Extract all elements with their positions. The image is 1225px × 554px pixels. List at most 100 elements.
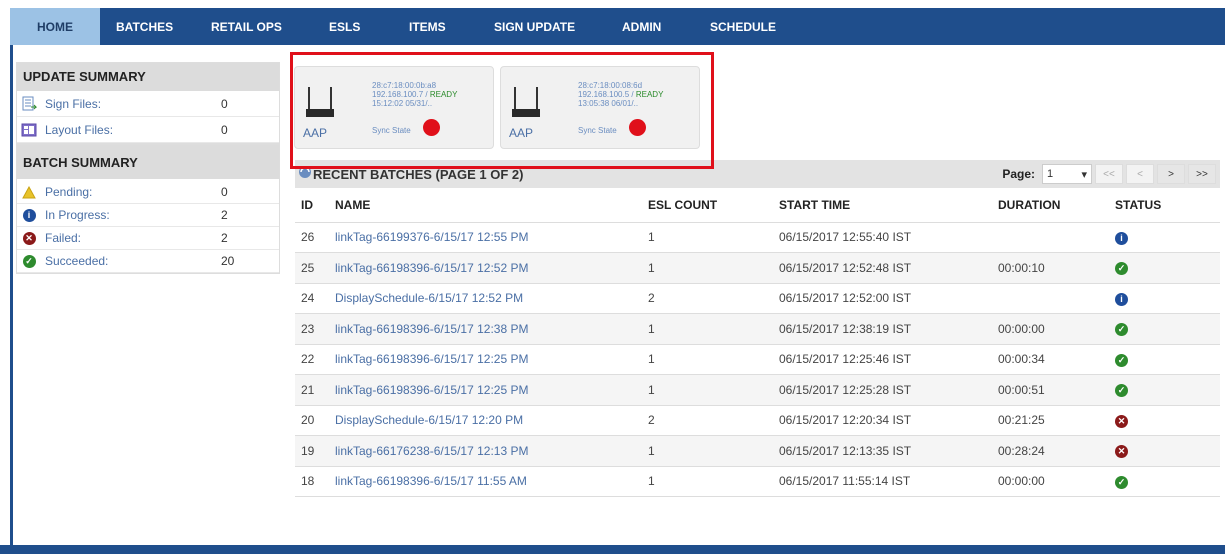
cell-duration: 00:00:00 bbox=[992, 466, 1109, 497]
col-start-time[interactable]: START TIME bbox=[773, 188, 992, 223]
error-icon: ✕ bbox=[1115, 445, 1128, 459]
table-row: 18 linkTag-66198396-6/15/17 11:55 AM 1 06/1… bbox=[295, 466, 1220, 497]
cell-id: 25 bbox=[295, 252, 329, 284]
succeeded-row: ✓ Succeeded: 20 bbox=[17, 250, 279, 273]
cell-id: 18 bbox=[295, 466, 329, 497]
check-icon: ✓ bbox=[1115, 475, 1128, 489]
error-icon: ✕ bbox=[1115, 414, 1128, 428]
last-page-button[interactable]: >> bbox=[1188, 164, 1216, 184]
table-row: 23 linkTag-66198396-6/15/17 12:38 PM 1 06/1… bbox=[295, 313, 1220, 345]
cell-id: 26 bbox=[295, 222, 329, 253]
next-page-button[interactable]: > bbox=[1157, 164, 1185, 184]
cell-start-time: 06/15/2017 12:25:46 IST bbox=[773, 344, 992, 375]
cell-start-time: 06/15/2017 12:20:34 IST bbox=[773, 405, 992, 436]
cell-start-time: 06/15/2017 12:25:28 IST bbox=[773, 374, 992, 406]
nav-admin[interactable]: ADMIN bbox=[606, 8, 694, 45]
check-icon: ✓ bbox=[1115, 384, 1128, 398]
nav-esls[interactable]: ESLS bbox=[313, 8, 393, 45]
nav-sign-update[interactable]: SIGN UPDATE bbox=[478, 8, 606, 45]
succeeded-value: 20 bbox=[221, 254, 235, 268]
col-status[interactable]: STATUS bbox=[1109, 188, 1220, 223]
pager: Page: 1 ▾ << < > >> bbox=[1002, 164, 1216, 184]
cell-id: 22 bbox=[295, 344, 329, 375]
sidebar: UPDATE SUMMARY Sign Files: 0 Layout File… bbox=[16, 62, 280, 274]
nav-items[interactable]: ITEMS bbox=[393, 8, 478, 45]
nav-home[interactable]: HOME bbox=[10, 8, 100, 45]
prev-page-button[interactable]: < bbox=[1126, 164, 1154, 184]
table-row: 21 linkTag-66198396-6/15/17 12:25 PM 1 06/1… bbox=[295, 374, 1220, 406]
failed-label[interactable]: Failed: bbox=[41, 231, 221, 245]
cell-status: ✓ bbox=[1109, 344, 1220, 375]
batch-name-link[interactable]: linkTag-66198396-6/15/17 12:25 PM bbox=[329, 374, 642, 406]
page-select[interactable]: 1 ▾ bbox=[1042, 164, 1092, 184]
in-progress-value: 2 bbox=[221, 208, 228, 222]
col-name[interactable]: NAME bbox=[329, 188, 642, 223]
cell-status: ✓ bbox=[1109, 252, 1220, 284]
cell-esl-count: 1 bbox=[642, 344, 773, 375]
batch-name-link[interactable]: linkTag-66176238-6/15/17 12:13 PM bbox=[329, 435, 642, 467]
cell-status: ✓ bbox=[1109, 374, 1220, 406]
cell-status: ✕ bbox=[1109, 405, 1220, 436]
cell-start-time: 06/15/2017 12:13:35 IST bbox=[773, 435, 992, 467]
succeeded-label[interactable]: Succeeded: bbox=[41, 254, 221, 268]
in-progress-row: i In Progress: 2 bbox=[17, 204, 279, 227]
cell-id: 21 bbox=[295, 374, 329, 406]
col-duration[interactable]: DURATION bbox=[992, 188, 1109, 223]
cell-id: 19 bbox=[295, 435, 329, 467]
cell-duration bbox=[992, 283, 1109, 314]
batch-name-link[interactable]: linkTag-66198396-6/15/17 11:55 AM bbox=[329, 466, 642, 497]
nav-schedule[interactable]: SCHEDULE bbox=[694, 8, 794, 45]
batch-name-link[interactable]: DisplaySchedule-6/15/17 12:20 PM bbox=[329, 405, 642, 436]
cell-esl-count: 1 bbox=[642, 466, 773, 497]
check-icon: ✓ bbox=[1115, 262, 1128, 276]
cell-status: i bbox=[1109, 283, 1220, 314]
cell-esl-count: 1 bbox=[642, 374, 773, 406]
cell-esl-count: 2 bbox=[642, 405, 773, 436]
layout-file-icon bbox=[17, 122, 41, 138]
sign-files-label[interactable]: Sign Files: bbox=[41, 97, 221, 111]
layout-files-value: 0 bbox=[221, 122, 228, 137]
cell-id: 23 bbox=[295, 313, 329, 345]
table-row: 26 linkTag-66199376-6/15/17 12:55 PM 1 06/1… bbox=[295, 222, 1220, 253]
cell-esl-count: 2 bbox=[642, 283, 773, 314]
batch-name-link[interactable]: linkTag-66198396-6/15/17 12:25 PM bbox=[329, 344, 642, 375]
batch-name-link[interactable]: linkTag-66198396-6/15/17 12:52 PM bbox=[329, 252, 642, 284]
table-row: 25 linkTag-66198396-6/15/17 12:52 PM 1 06/1… bbox=[295, 252, 1220, 284]
nav-retail-ops[interactable]: RETAIL OPS bbox=[195, 8, 313, 45]
batch-name-link[interactable]: linkTag-66198396-6/15/17 12:38 PM bbox=[329, 313, 642, 345]
update-summary-panel: UPDATE SUMMARY Sign Files: 0 Layout File… bbox=[16, 62, 280, 144]
info-icon: i bbox=[1115, 292, 1128, 306]
cell-start-time: 06/15/2017 12:52:48 IST bbox=[773, 252, 992, 284]
info-icon: i bbox=[1115, 231, 1128, 245]
col-esl-count[interactable]: ESL COUNT bbox=[642, 188, 773, 223]
col-id[interactable]: ID bbox=[295, 188, 329, 223]
batch-name-link[interactable]: linkTag-66199376-6/15/17 12:55 PM bbox=[329, 222, 642, 253]
layout-files-label[interactable]: Layout Files: bbox=[41, 123, 221, 137]
cell-esl-count: 1 bbox=[642, 435, 773, 467]
info-icon: i bbox=[17, 208, 41, 222]
cell-duration: 00:00:10 bbox=[992, 252, 1109, 284]
layout-files-row: Layout Files: 0 bbox=[17, 117, 279, 143]
update-summary-title: UPDATE SUMMARY bbox=[17, 63, 279, 91]
check-icon: ✓ bbox=[17, 254, 41, 268]
check-icon: ✓ bbox=[1115, 353, 1128, 367]
warning-icon bbox=[17, 185, 41, 199]
table-row: 24 DisplaySchedule-6/15/17 12:52 PM 2 06/15… bbox=[295, 283, 1220, 314]
nav-batches[interactable]: BATCHES bbox=[100, 8, 195, 45]
batch-name-link[interactable]: DisplaySchedule-6/15/17 12:52 PM bbox=[329, 283, 642, 314]
cell-esl-count: 1 bbox=[642, 252, 773, 284]
cell-duration bbox=[992, 222, 1109, 253]
cell-duration: 00:00:51 bbox=[992, 374, 1109, 406]
in-progress-label[interactable]: In Progress: bbox=[41, 208, 221, 222]
table-row: 22 linkTag-66198396-6/15/17 12:25 PM 1 06/1… bbox=[295, 344, 1220, 375]
chevron-down-icon: ▾ bbox=[1081, 168, 1087, 181]
sign-file-icon bbox=[17, 96, 41, 112]
table-row: 20 DisplaySchedule-6/15/17 12:20 PM 2 06/15… bbox=[295, 405, 1220, 436]
pending-label[interactable]: Pending: bbox=[41, 185, 221, 199]
cell-status: ✓ bbox=[1109, 466, 1220, 497]
cell-id: 24 bbox=[295, 283, 329, 314]
cell-duration: 00:28:24 bbox=[992, 435, 1109, 467]
sign-files-value: 0 bbox=[221, 96, 228, 111]
first-page-button[interactable]: << bbox=[1095, 164, 1123, 184]
failed-value: 2 bbox=[221, 231, 228, 245]
